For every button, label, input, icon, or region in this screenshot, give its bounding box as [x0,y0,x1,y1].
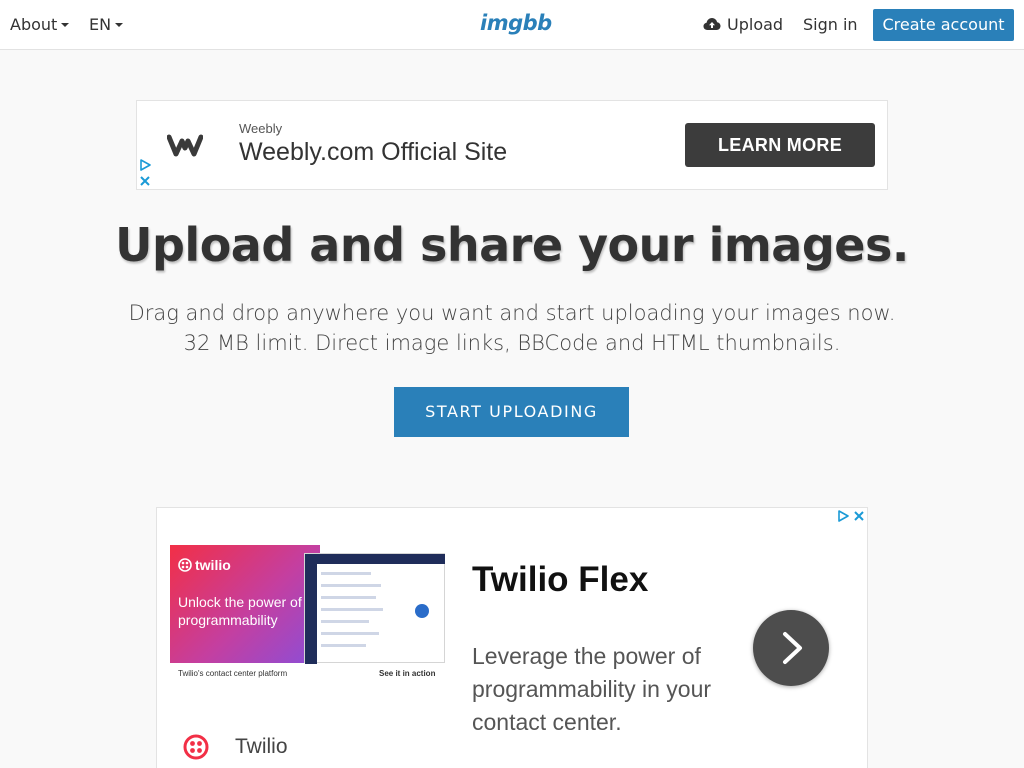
learn-more-button[interactable]: LEARN MORE [685,123,875,167]
ad-image-caption: Twilio's contact center platform [178,669,288,678]
page-title: Upload and share your images. [115,218,909,272]
top-bar: About EN imgbb Upload Sign in Create acc… [0,0,1024,50]
create-account-button[interactable]: Create account [873,9,1014,41]
twilio-logo-icon [183,734,209,760]
ad-image[interactable]: twilio Unlock the power of programmabili… [170,545,445,685]
twilio-logo-icon [178,558,192,573]
language-label: EN [89,15,112,34]
ad-advertiser-name: Twilio [235,735,288,758]
ad-image-screen-line [321,584,381,587]
ad-banner-top[interactable]: Weebly Weebly.com Official Site LEARN MO… [136,100,888,190]
page-description: Drag and drop anywhere you want and star… [128,301,896,355]
ad-image-screen-sidebar [305,564,317,664]
close-icon[interactable] [853,510,865,522]
imgbb-logo[interactable]: imgbb [480,11,552,35]
cloud-upload-icon [703,18,721,30]
ad-image-screen-line [321,632,379,635]
ad-title[interactable]: Weebly.com Official Site [239,138,507,167]
upload-link[interactable]: Upload [703,0,783,50]
adchoices-icon[interactable] [139,159,151,171]
ad-image-screen-line [321,644,366,647]
phone-icon [415,604,429,618]
ad-image-screen-line [321,572,371,575]
chevron-right-icon [783,632,802,664]
ad-next-button[interactable] [753,610,829,686]
upload-label: Upload [727,15,784,34]
ad-image-screen-line [321,620,369,623]
about-label: About [10,15,58,34]
ad-body-text: Leverage the power of programmability in… [472,643,712,735]
ad-headline[interactable]: Twilio Flex [472,560,648,600]
ad-image-brand: twilio [178,557,231,573]
sign-in-link[interactable]: Sign in [803,0,858,50]
language-menu[interactable]: EN [89,0,124,50]
ad-image-cta: See it in action [379,669,436,678]
weebly-w-icon [167,134,203,157]
chevron-down-icon [61,22,70,27]
about-menu[interactable]: About [10,0,70,50]
ad-image-screenshot [304,553,445,664]
close-icon[interactable] [139,175,151,187]
ad-image-tagline: Unlock the power of programmability [178,594,302,628]
ad-image-screen-line [321,596,376,599]
ad-sponsor: Weebly [239,121,283,136]
start-uploading-button[interactable]: START UPLOADING [394,387,629,437]
ad-banner-bottom[interactable]: twilio Unlock the power of programmabili… [156,507,868,768]
ad-image-brand-text: twilio [195,557,231,573]
chevron-down-icon [115,22,124,27]
ad-image-screen-bar [305,554,445,564]
ad-image-screen-line [321,608,383,611]
adchoices-icon[interactable] [837,510,849,522]
